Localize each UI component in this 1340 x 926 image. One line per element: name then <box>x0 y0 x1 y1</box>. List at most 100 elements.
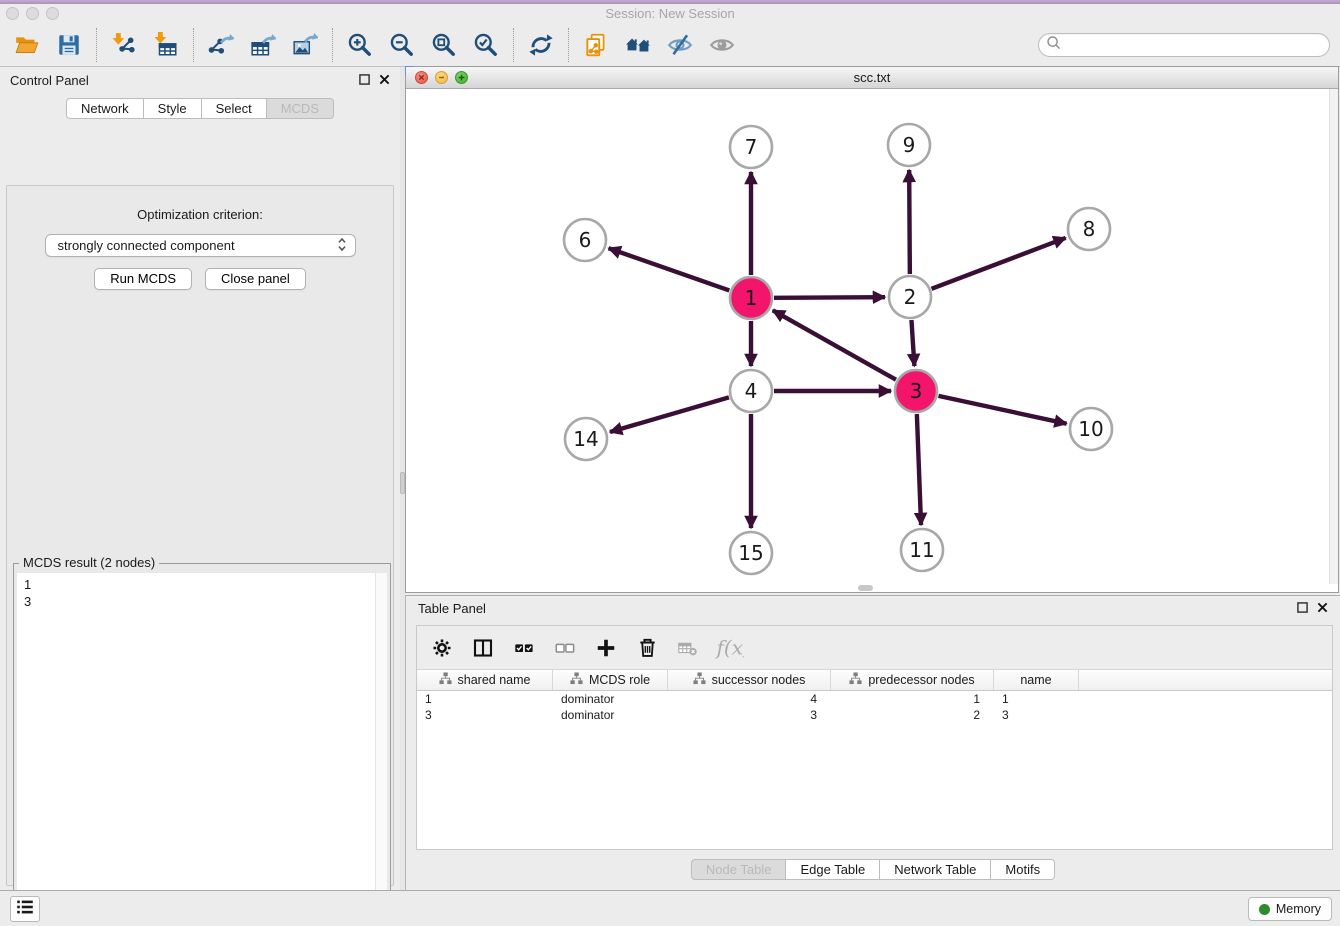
memory-button[interactable]: Memory <box>1248 897 1332 921</box>
tab-node-table[interactable]: Node Table <box>691 859 787 880</box>
table-cell[interactable]: 3 <box>994 708 1079 722</box>
float-panel-icon[interactable] <box>359 73 370 88</box>
delete-column-icon[interactable] <box>630 631 664 665</box>
node-table: f(x) shared nameMCDS rolesuccessor nodes… <box>416 625 1333 850</box>
table-cell[interactable]: 1 <box>994 692 1079 706</box>
column-header-name[interactable]: name <box>994 670 1079 690</box>
tab-edge-table[interactable]: Edge Table <box>786 859 880 880</box>
toolbar-separator <box>568 28 569 62</box>
table-cell[interactable]: 1 <box>417 692 553 706</box>
task-history-button[interactable] <box>10 896 40 922</box>
memory-label: Memory <box>1276 902 1321 916</box>
app-titlebar: Session: New Session <box>0 4 1340 23</box>
list-icon <box>14 896 36 923</box>
column-header-MCDS-role[interactable]: MCDS role <box>553 670 668 690</box>
deselect-all-checks-icon[interactable] <box>548 631 582 665</box>
toolbar-separator <box>96 28 97 62</box>
column-header-shared-name[interactable]: shared name <box>417 670 553 690</box>
hide-graphics-details-icon[interactable] <box>663 28 697 62</box>
tab-select[interactable]: Select <box>202 98 267 119</box>
save-session-icon[interactable] <box>52 28 86 62</box>
toolbar-separator <box>193 28 194 62</box>
add-column-icon[interactable] <box>589 631 623 665</box>
close-panel-icon[interactable] <box>379 73 390 88</box>
network-window-title: scc.txt <box>854 70 891 85</box>
tab-network-table[interactable]: Network Table <box>880 859 991 880</box>
network-vertical-scrollbar[interactable] <box>1329 89 1338 584</box>
graph-node-label: 11 <box>909 538 934 562</box>
tab-network[interactable]: Network <box>66 98 144 119</box>
graph-node-label: 6 <box>579 228 592 252</box>
open-session-icon[interactable] <box>10 28 44 62</box>
graph-edge-4-14[interactable] <box>610 397 729 432</box>
graph-node-label: 8 <box>1083 217 1096 241</box>
export-image-icon[interactable] <box>288 28 322 62</box>
criterion-select[interactable]: strongly connected component <box>45 234 356 257</box>
table-row[interactable]: 3dominator323 <box>417 707 1332 723</box>
graph-edge-3-1[interactable] <box>773 310 896 379</box>
table-cell[interactable]: 3 <box>417 708 553 722</box>
control-panel: Control Panel NetworkStyleSelectMCDS Opt… <box>0 68 400 890</box>
mcds-panel: Optimization criterion: strongly connect… <box>6 185 394 886</box>
select-all-checks-icon[interactable] <box>507 631 541 665</box>
graph-edge-2-9[interactable] <box>909 170 910 274</box>
network-graph[interactable]: 7968124314101511 <box>406 89 1338 593</box>
import-network-icon[interactable] <box>107 28 141 62</box>
import-table-icon[interactable] <box>149 28 183 62</box>
table-cell[interactable]: 2 <box>831 708 994 722</box>
graph-edge-1-6[interactable] <box>609 248 730 290</box>
zoom-selected-icon[interactable] <box>469 28 503 62</box>
table-cell[interactable]: dominator <box>553 692 668 706</box>
table-cell[interactable]: dominator <box>553 708 668 722</box>
search-field[interactable] <box>1038 33 1330 57</box>
table-row[interactable]: 1dominator411 <box>417 691 1332 707</box>
zoom-fit-icon[interactable] <box>427 28 461 62</box>
svg-text:f(x): f(x) <box>715 635 745 659</box>
network-canvas[interactable]: 7968124314101511 <box>406 89 1338 592</box>
mcds-result-list[interactable]: 13 <box>17 573 387 926</box>
network-maximize-icon[interactable] <box>455 71 468 84</box>
run-mcds-button[interactable]: Run MCDS <box>94 268 192 290</box>
tab-mcds[interactable]: MCDS <box>267 98 334 119</box>
zoom-out-icon[interactable] <box>385 28 419 62</box>
tab-style[interactable]: Style <box>144 98 202 119</box>
table-header-row: shared nameMCDS rolesuccessor nodesprede… <box>417 670 1332 691</box>
show-graphics-details-icon[interactable] <box>705 28 739 62</box>
network-minimize-icon[interactable] <box>435 71 448 84</box>
network-overview-icon[interactable] <box>621 28 655 62</box>
graph-edge-1-2[interactable] <box>774 297 885 298</box>
graph-edge-2-8[interactable] <box>932 238 1066 289</box>
graph-node-label: 4 <box>745 379 758 403</box>
optimization-criterion-label: Optimization criterion: <box>7 207 393 222</box>
mcds-result-title: MCDS result (2 nodes) <box>19 555 159 570</box>
mcds-result-scrollbar[interactable] <box>375 573 387 926</box>
search-input[interactable] <box>1062 35 1323 55</box>
tab-motifs[interactable]: Motifs <box>991 859 1055 880</box>
network-window-titlebar[interactable]: scc.txt <box>406 67 1338 89</box>
table-cell[interactable]: 1 <box>831 692 994 706</box>
table-settings-icon[interactable] <box>425 631 459 665</box>
toggle-panel-layout-icon[interactable] <box>466 631 500 665</box>
column-header-predecessor-nodes[interactable]: predecessor nodes <box>831 670 994 690</box>
float-table-panel-icon[interactable] <box>1297 601 1308 616</box>
export-network-icon[interactable] <box>204 28 238 62</box>
graph-node-label: 14 <box>573 427 598 451</box>
close-panel-button[interactable]: Close panel <box>205 268 306 290</box>
graph-edge-2-3[interactable] <box>911 320 914 366</box>
table-cell[interactable]: 4 <box>668 692 831 706</box>
table-cell[interactable]: 3 <box>668 708 831 722</box>
graph-edge-3-10[interactable] <box>938 396 1066 424</box>
select-stepper-icon <box>337 237 347 255</box>
clone-network-icon[interactable] <box>579 28 613 62</box>
tree-sort-icon <box>849 672 862 688</box>
graph-edge-3-11[interactable] <box>917 414 921 525</box>
mcds-result-group: MCDS result (2 nodes) 13 <box>13 563 391 926</box>
network-close-icon[interactable] <box>415 71 428 84</box>
export-table-icon[interactable] <box>246 28 280 62</box>
column-header-successor-nodes[interactable]: successor nodes <box>668 670 831 690</box>
network-horizontal-scrollbar[interactable] <box>858 585 873 591</box>
window-title: Session: New Session <box>0 6 1340 21</box>
close-table-panel-icon[interactable] <box>1317 601 1328 616</box>
apply-layout-icon[interactable] <box>524 28 558 62</box>
zoom-in-icon[interactable] <box>343 28 377 62</box>
